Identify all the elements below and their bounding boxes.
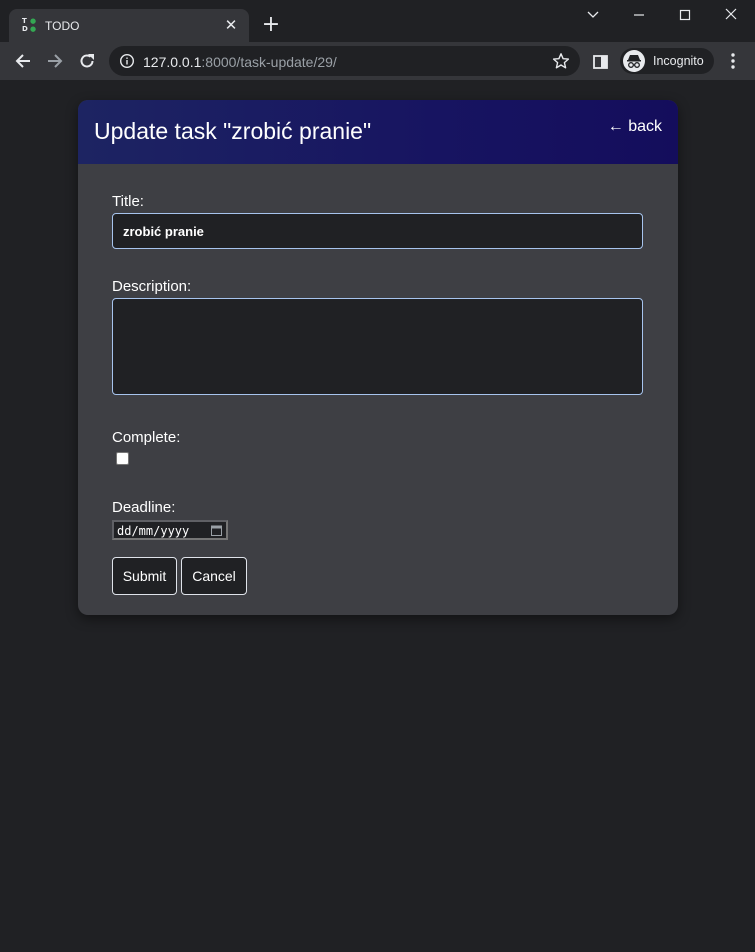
plus-icon: +	[261, 12, 281, 37]
address-bar[interactable]: 127.0.0.1:8000/task-update/29/	[109, 46, 580, 76]
todo-favicon-icon: T ● D ●	[22, 17, 37, 33]
side-panel-icon[interactable]	[591, 52, 611, 72]
browser-toolbar: 127.0.0.1:8000/task-update/29/ Incognito	[0, 42, 755, 80]
minimize-icon	[634, 14, 644, 16]
browser-title-bar: T ● D ● TODO ✕ +	[0, 0, 755, 43]
back-button[interactable]	[9, 47, 37, 75]
star-icon[interactable]	[552, 52, 570, 70]
title-label: Title:	[112, 193, 144, 210]
arrow-left-icon	[15, 54, 30, 68]
complete-label: Complete:	[112, 429, 181, 446]
browser-tab[interactable]: T ● D ● TODO ✕	[9, 9, 249, 43]
maximize-icon	[679, 9, 691, 21]
info-icon[interactable]	[119, 53, 135, 69]
submit-button[interactable]: Submit	[112, 557, 177, 595]
url-path: :8000/task-update/29/	[201, 54, 337, 70]
description-label: Description:	[112, 278, 192, 295]
deadline-date-input[interactable]: dd/mm/yyyy	[112, 520, 228, 540]
maximize-button[interactable]	[670, 4, 700, 26]
page-title: Update task "zrobić pranie"	[94, 118, 372, 144]
minimize-button[interactable]	[624, 4, 654, 26]
kebab-menu-icon[interactable]	[724, 51, 742, 71]
tab-title: TODO	[45, 19, 80, 33]
update-task-card: Update task "zrobić pranie" ← back Title…	[78, 100, 678, 615]
tab-search-button[interactable]	[578, 4, 608, 26]
arrow-right-icon	[48, 54, 63, 68]
incognito-label: Incognito	[653, 54, 704, 68]
window-close-button[interactable]	[716, 4, 746, 26]
incognito-profile-button[interactable]: Incognito	[620, 48, 714, 74]
url-host: 127.0.0.1	[143, 54, 202, 70]
chevron-down-icon	[587, 11, 599, 18]
close-icon	[725, 8, 737, 20]
new-tab-button[interactable]: +	[259, 13, 283, 37]
card-header: Update task "zrobić pranie" ← back	[78, 100, 678, 164]
close-icon[interactable]: ✕	[222, 16, 240, 34]
incognito-icon	[623, 50, 645, 72]
reload-button[interactable]	[73, 47, 101, 75]
complete-checkbox[interactable]	[116, 452, 129, 465]
url-text: 127.0.0.1:8000/task-update/29/	[143, 54, 337, 70]
forward-button[interactable]	[41, 47, 69, 75]
back-link[interactable]: ← back	[608, 118, 662, 136]
cancel-button[interactable]: Cancel	[181, 557, 247, 595]
reload-icon	[80, 54, 94, 68]
deadline-label: Deadline:	[112, 499, 176, 516]
deadline-placeholder: dd/mm/yyyy	[117, 524, 190, 538]
calendar-icon[interactable]	[211, 525, 222, 536]
title-input[interactable]	[112, 213, 643, 249]
description-textarea[interactable]	[112, 298, 643, 395]
